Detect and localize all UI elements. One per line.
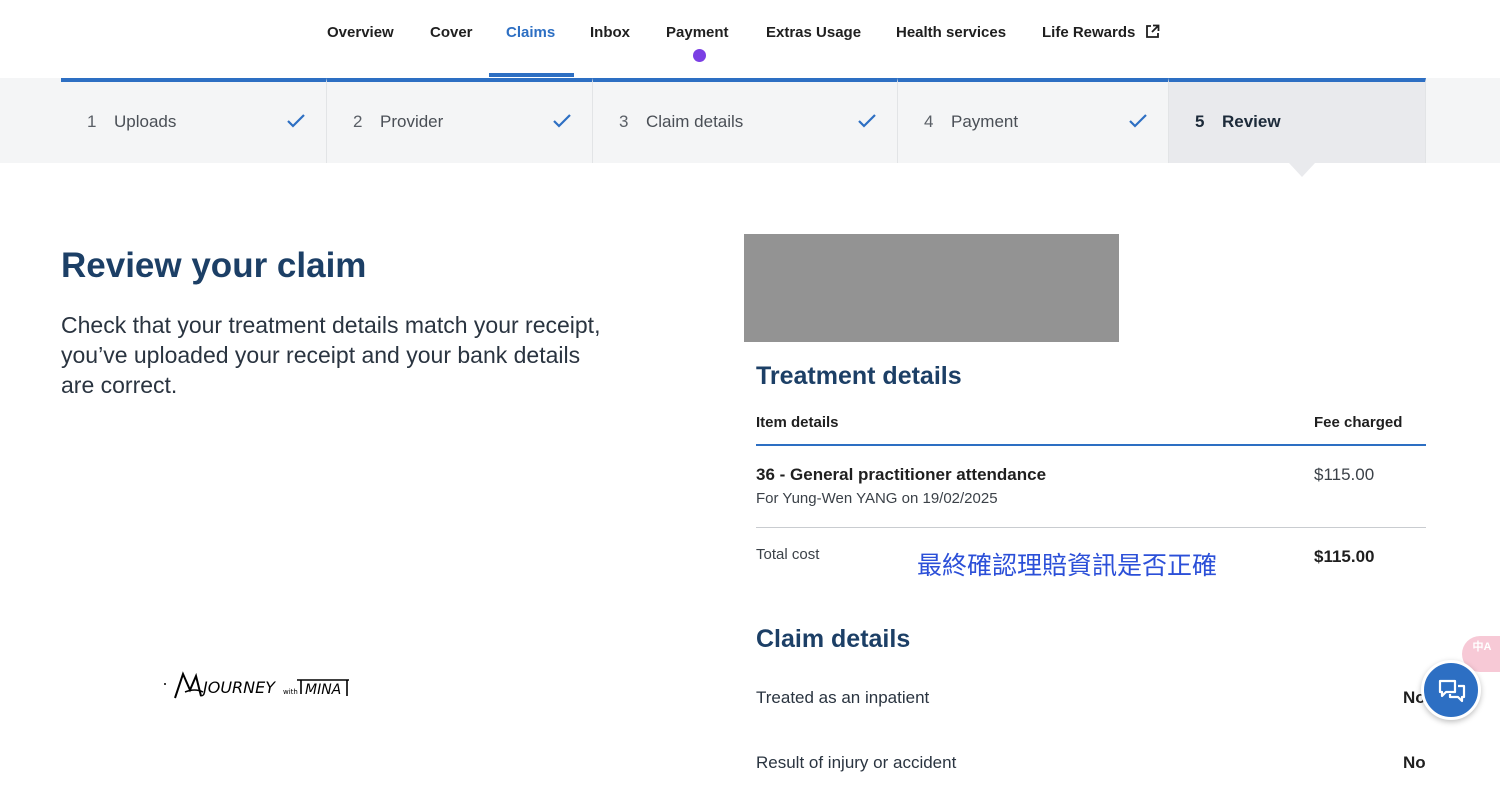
step-uploads[interactable]: 1 Uploads [61, 78, 327, 163]
treatment-details-title: Treatment details [756, 362, 962, 390]
redacted-image [744, 234, 1119, 342]
step-label: Review [1222, 112, 1281, 131]
injury-accident-value: No [1403, 753, 1426, 772]
active-tab-indicator [489, 73, 574, 77]
nav-health-services[interactable]: Health services [896, 24, 1006, 41]
total-cost-value: $115.00 [1314, 547, 1375, 566]
nav-payment[interactable]: Payment [666, 24, 729, 41]
check-icon [287, 114, 305, 128]
check-icon [1129, 114, 1147, 128]
claim-stepper: 1 Uploads 2 Provider 3 Claim details 4 P… [0, 78, 1500, 163]
treatment-item-title: 36 - General practitioner attendance [756, 465, 1047, 484]
nav-life-rewards-label: Life Rewards [1042, 24, 1136, 41]
svg-text:JOURNEY: JOURNEY [200, 678, 276, 697]
notification-dot [693, 49, 706, 62]
check-icon [858, 114, 876, 128]
claim-details-title: Claim details [756, 625, 911, 653]
column-header-item-details: Item details [756, 414, 839, 431]
chat-button[interactable] [1421, 660, 1481, 720]
step-label: Provider [380, 112, 444, 131]
top-nav: Overview Cover Claims Inbox Payment Extr… [0, 0, 1500, 79]
step-review[interactable]: 5 Review [1169, 78, 1426, 163]
step-number: 5 [1195, 112, 1205, 131]
external-link-icon [1145, 24, 1159, 38]
step-number: 2 [353, 112, 363, 131]
table-header-divider [756, 444, 1426, 446]
page-title: Review your claim [61, 246, 367, 285]
step-payment[interactable]: 4 Payment [898, 78, 1169, 163]
treatment-item-patient: For Yung-Wen YANG on 19/02/2025 [756, 490, 998, 507]
step-number: 3 [619, 112, 629, 131]
page-description: Check that your treatment details match … [61, 312, 601, 398]
nav-overview[interactable]: Overview [327, 24, 394, 41]
check-icon [553, 114, 571, 128]
column-header-fee-charged: Fee charged [1314, 414, 1403, 431]
nav-claims[interactable]: Claims [506, 24, 555, 41]
nav-life-rewards[interactable]: Life Rewards [1042, 24, 1160, 41]
nav-cover[interactable]: Cover [430, 24, 473, 41]
step-label: Payment [951, 112, 1019, 131]
step-claim-details[interactable]: 3 Claim details [593, 78, 898, 163]
step-label: Claim details [646, 112, 744, 131]
step-label: Uploads [114, 112, 177, 131]
treatment-item-fee: $115.00 [1314, 465, 1375, 484]
nav-inbox[interactable]: Inbox [590, 24, 630, 41]
step-number: 1 [87, 112, 97, 131]
injury-accident-label: Result of injury or accident [756, 753, 957, 772]
step-number: 4 [924, 112, 934, 131]
nav-extras-usage[interactable]: Extras Usage [766, 24, 861, 41]
journey-logo: JOURNEY with MINA [164, 671, 349, 699]
svg-text:with: with [283, 688, 298, 696]
step-provider[interactable]: 2 Provider [327, 78, 593, 163]
inpatient-label: Treated as an inpatient [756, 688, 930, 707]
annotation-text: 最終確認理賠資訊是否正確 [917, 551, 1218, 580]
total-cost-label: Total cost [756, 546, 820, 563]
svg-text:MINA: MINA [305, 682, 341, 698]
chat-icon [1438, 679, 1466, 703]
row-divider [756, 527, 1426, 528]
current-step-pointer [1289, 163, 1315, 177]
